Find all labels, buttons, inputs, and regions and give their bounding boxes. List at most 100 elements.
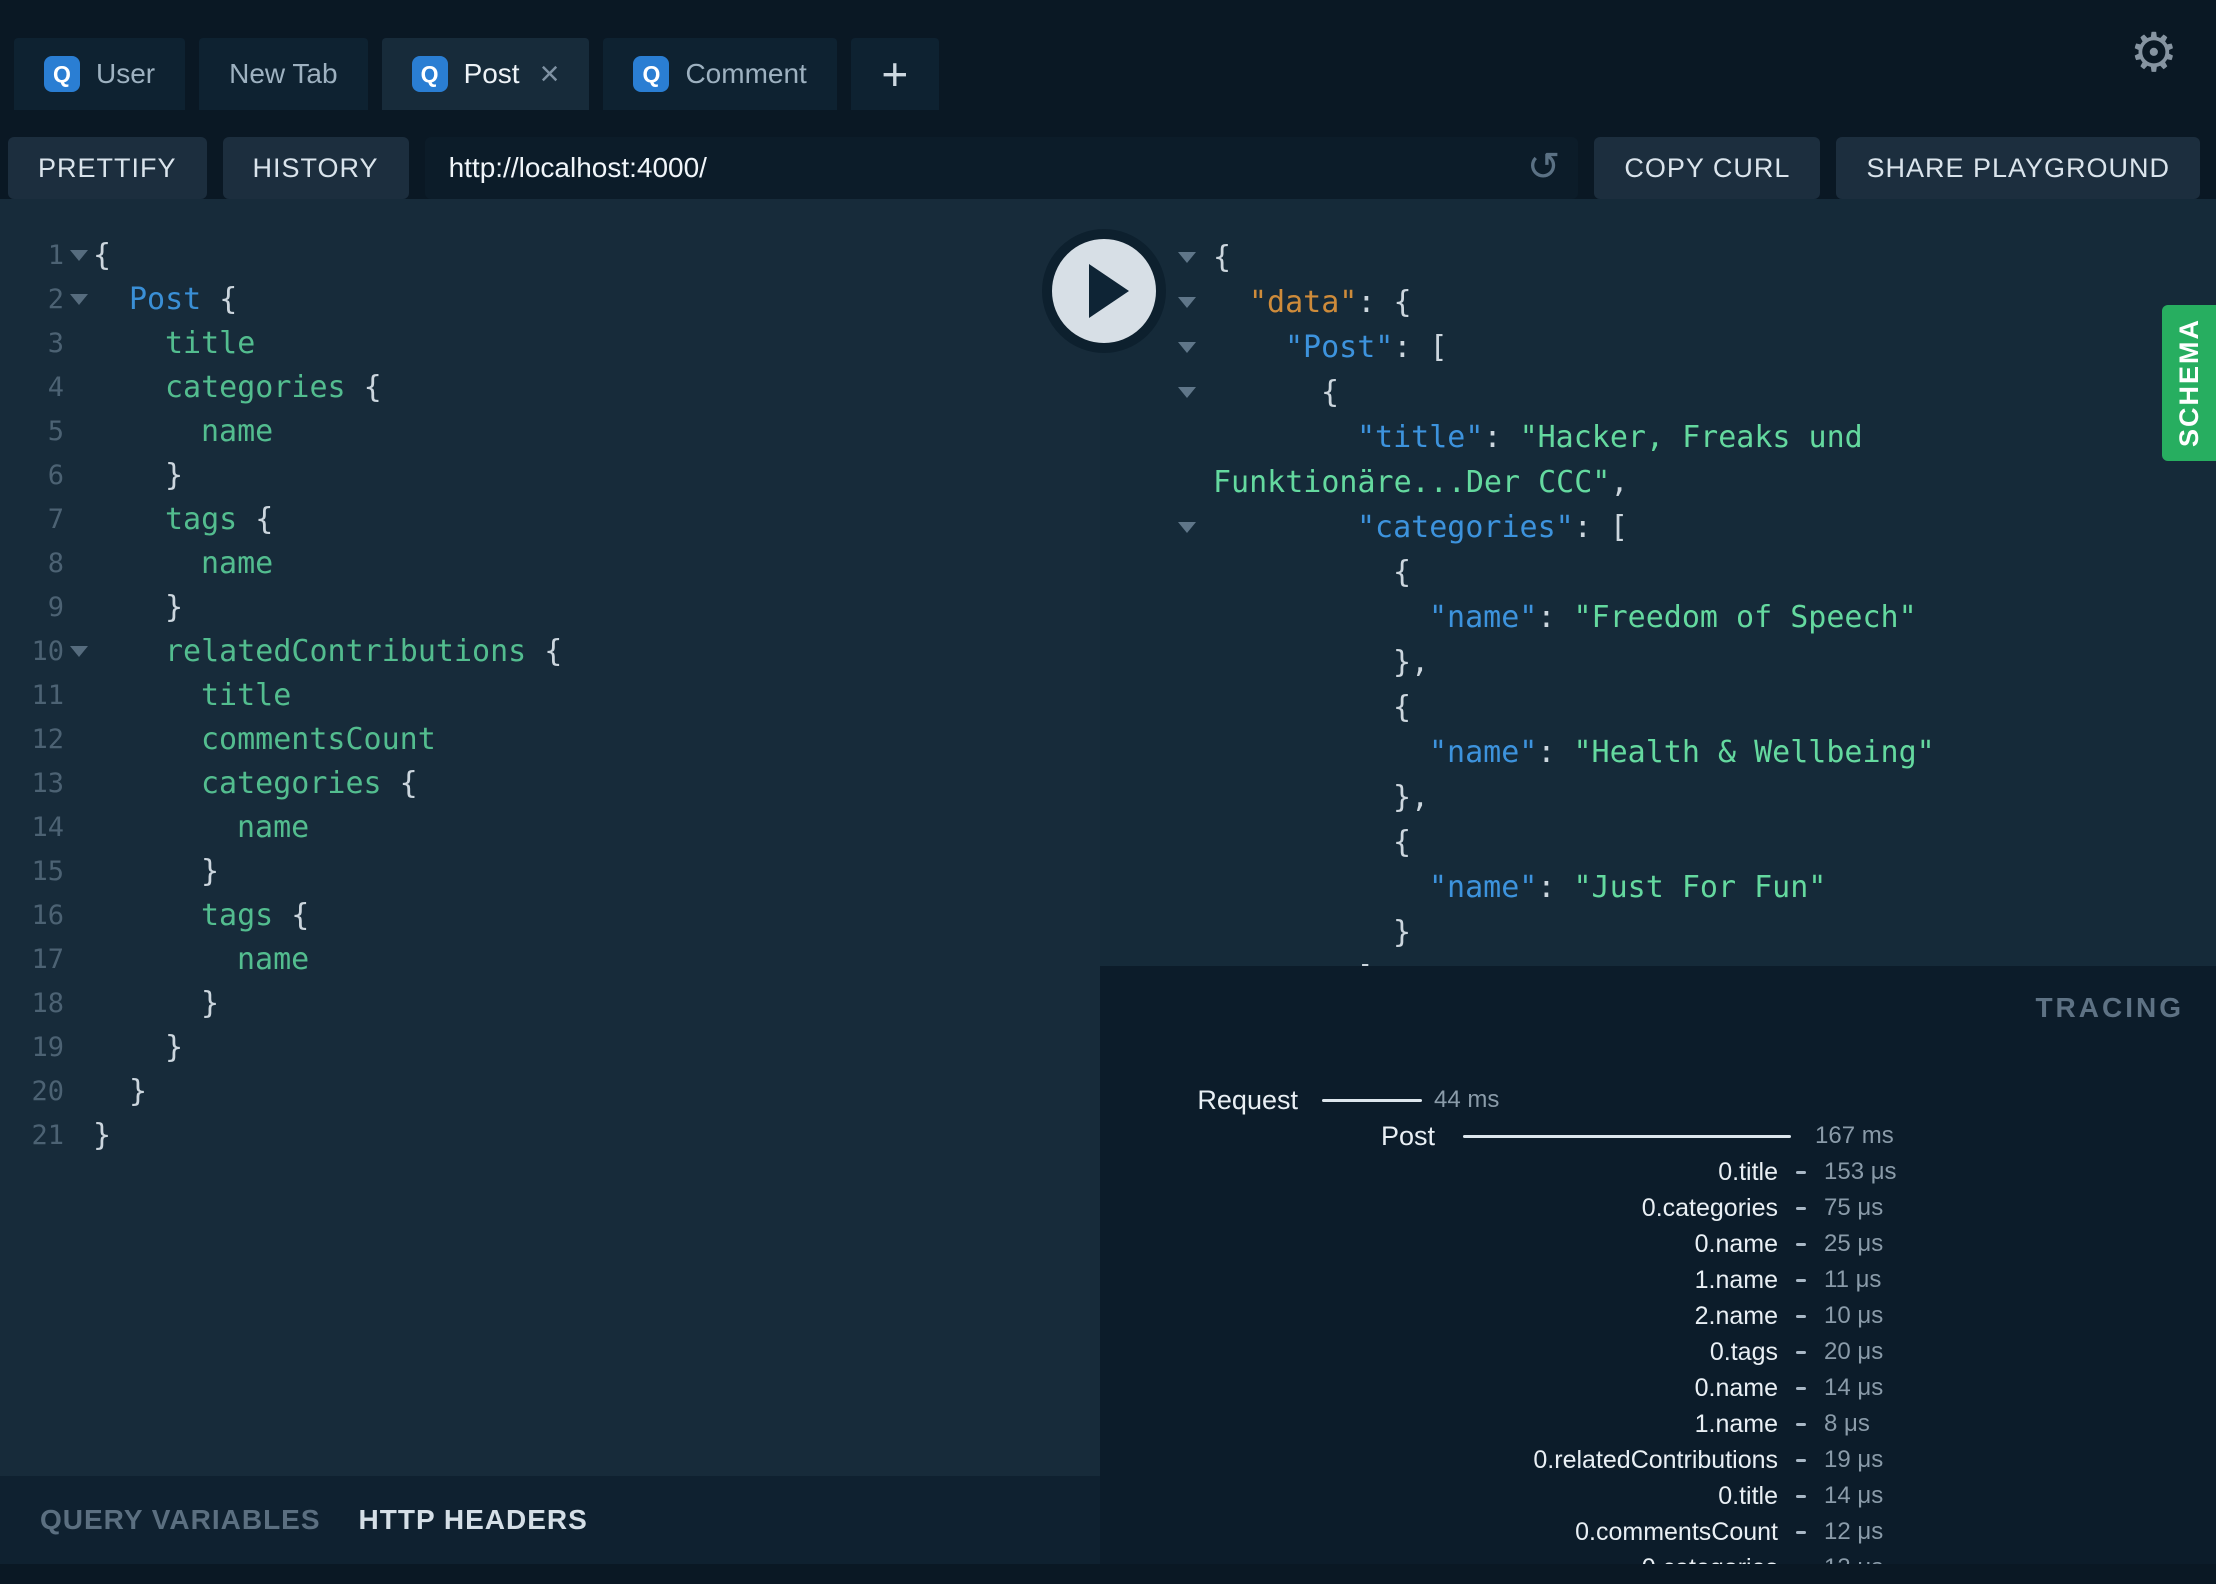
- code-token: }: [165, 1029, 184, 1065]
- editor-line[interactable]: 17 name: [0, 937, 1100, 981]
- fold-arrow-icon[interactable]: [1178, 522, 1213, 533]
- fold-arrow-icon[interactable]: [64, 645, 93, 657]
- result-line: "categories": [: [1100, 505, 2216, 550]
- code-token: title: [201, 677, 292, 713]
- fold-arrow-icon[interactable]: [64, 249, 93, 261]
- result-token: "name": [1429, 870, 1538, 905]
- editor-line[interactable]: 18}: [0, 981, 1100, 1025]
- tab-label: User: [96, 58, 156, 89]
- schema-tab-label: SCHEMA: [2173, 318, 2204, 448]
- trace-time: 14 μs: [1824, 1374, 1884, 1401]
- close-icon[interactable]: ×: [540, 57, 560, 91]
- trace-label: 0.commentsCount: [1575, 1517, 1778, 1546]
- line-number: 19: [31, 1031, 64, 1063]
- tab-user[interactable]: Q User: [14, 38, 186, 110]
- trace-time: 167 ms: [1815, 1122, 1894, 1149]
- editor-line[interactable]: 13 categories {: [0, 761, 1100, 805]
- result-token: :: [1483, 420, 1520, 455]
- trace-time: 14 μs: [1824, 1482, 1884, 1509]
- editor-line[interactable]: 11 title: [0, 673, 1100, 717]
- editor-line[interactable]: 3 title: [0, 321, 1100, 365]
- editor-line[interactable]: 4 categories {: [0, 365, 1100, 409]
- result-token: },: [1393, 780, 1430, 815]
- tab-label: New Tab: [229, 58, 338, 89]
- trace-label: 2.name: [1694, 1301, 1778, 1330]
- fold-arrow-icon[interactable]: [1178, 387, 1213, 398]
- code-text: tags {: [93, 502, 273, 537]
- chevron-down-icon: [1178, 297, 1196, 308]
- trace-row: 0.title 153 μs: [1100, 1154, 2216, 1190]
- chevron-down-icon: [1178, 342, 1196, 353]
- code-token: {: [93, 237, 112, 273]
- line-number: 20: [31, 1075, 64, 1107]
- editor-line[interactable]: 2 Post {: [0, 277, 1100, 321]
- trace-time: 25 μs: [1824, 1230, 1884, 1257]
- tab-post[interactable]: Q Post ×: [381, 38, 590, 110]
- trace-duration-bar: [1796, 1530, 1806, 1534]
- query-editor[interactable]: 1{2 Post {3 title 4 categories {5 name 6} 7 tags…: [0, 199, 1100, 1476]
- editor-line[interactable]: 6}: [0, 453, 1100, 497]
- editor-line[interactable]: 19}: [0, 1025, 1100, 1069]
- code-token: categories: [165, 369, 346, 405]
- query-variables-tab[interactable]: QUERY VARIABLES: [40, 1504, 321, 1536]
- editor-line[interactable]: 5 name: [0, 409, 1100, 453]
- trace-time: 11 μs: [1824, 1266, 1882, 1293]
- editor-line[interactable]: 8 name: [0, 541, 1100, 585]
- reload-icon[interactable]: ↺: [1527, 147, 1561, 187]
- trace-time: 10 μs: [1824, 1302, 1884, 1329]
- code-text: relatedContributions {: [93, 634, 562, 669]
- code-token: }: [165, 589, 184, 625]
- line-number: 21: [31, 1119, 64, 1151]
- trace-duration-bar: [1796, 1386, 1806, 1390]
- endpoint-url-box: ↺: [424, 137, 1579, 199]
- fold-arrow-icon[interactable]: [64, 293, 93, 305]
- code-token: name: [201, 545, 274, 581]
- tab-comment[interactable]: Q Comment: [603, 38, 837, 110]
- editor-line[interactable]: 20}: [0, 1069, 1100, 1113]
- trace-row: 1.name 8 μs: [1100, 1406, 2216, 1442]
- editor-line[interactable]: 15}: [0, 849, 1100, 893]
- editor-line[interactable]: 7 tags {: [0, 497, 1100, 541]
- trace-time: 8 μs: [1824, 1410, 1870, 1437]
- execute-button[interactable]: [1042, 229, 1166, 353]
- copy-curl-button[interactable]: COPY CURL: [1594, 137, 1821, 199]
- result-text: }: [1213, 915, 1411, 950]
- result-token: "Health & Wellbeing": [1573, 735, 1935, 770]
- editor-line[interactable]: 10 relatedContributions {: [0, 629, 1100, 673]
- fold-arrow-icon[interactable]: [1178, 252, 1213, 263]
- editor-line[interactable]: 12 commentsCount: [0, 717, 1100, 761]
- editor-line[interactable]: 1{: [0, 233, 1100, 277]
- line-number: 9: [47, 591, 64, 623]
- schema-tab-button[interactable]: SCHEMA: [2162, 305, 2216, 461]
- share-playground-button[interactable]: SHARE PLAYGROUND: [1836, 137, 2200, 199]
- fold-arrow-icon[interactable]: [1178, 342, 1213, 353]
- new-tab-button[interactable]: +: [850, 38, 939, 110]
- graphql-playground-app: Q User New Tab Q Post × Q Comment + ⚙ PRETTIFY …: [0, 0, 2216, 1564]
- chevron-down-icon: [1178, 522, 1196, 533]
- code-text: commentsCount: [93, 722, 436, 757]
- chevron-down-icon: [1178, 387, 1196, 398]
- trace-label: 0.categories: [1100, 1554, 1778, 1565]
- editor-line[interactable]: 14 name: [0, 805, 1100, 849]
- result-text: "name": "Just For Fun": [1213, 870, 1826, 905]
- tab-new-tab[interactable]: New Tab: [199, 38, 368, 110]
- tracing-toggle[interactable]: TRACING: [2035, 992, 2184, 1024]
- editor-line[interactable]: 16 tags {: [0, 893, 1100, 937]
- prettify-button[interactable]: PRETTIFY: [8, 137, 207, 199]
- code-token: }: [201, 985, 220, 1021]
- line-number: 3: [47, 327, 64, 359]
- editor-line[interactable]: 21}: [0, 1113, 1100, 1157]
- result-text: "name": "Health & Wellbeing": [1213, 735, 1935, 770]
- tracing-panel: TRACING Request 44 ms Post 167 ms 0.title 153…: [1100, 966, 2216, 1564]
- http-headers-tab[interactable]: HTTP HEADERS: [359, 1504, 588, 1536]
- code-token: }: [165, 457, 184, 493]
- code-text: }: [93, 1074, 147, 1109]
- fold-arrow-icon[interactable]: [1178, 297, 1213, 308]
- result-lines: {"data": {"Post": [{"title": "Hacker, Fr…: [1100, 235, 2216, 966]
- editor-line[interactable]: 9}: [0, 585, 1100, 629]
- query-badge-icon: Q: [633, 56, 670, 92]
- history-button[interactable]: HISTORY: [222, 137, 409, 199]
- settings-gear-icon[interactable]: ⚙: [2130, 26, 2178, 80]
- tab-bar: Q User New Tab Q Post × Q Comment + ⚙: [0, 0, 2216, 110]
- endpoint-url-input[interactable]: [446, 151, 1515, 185]
